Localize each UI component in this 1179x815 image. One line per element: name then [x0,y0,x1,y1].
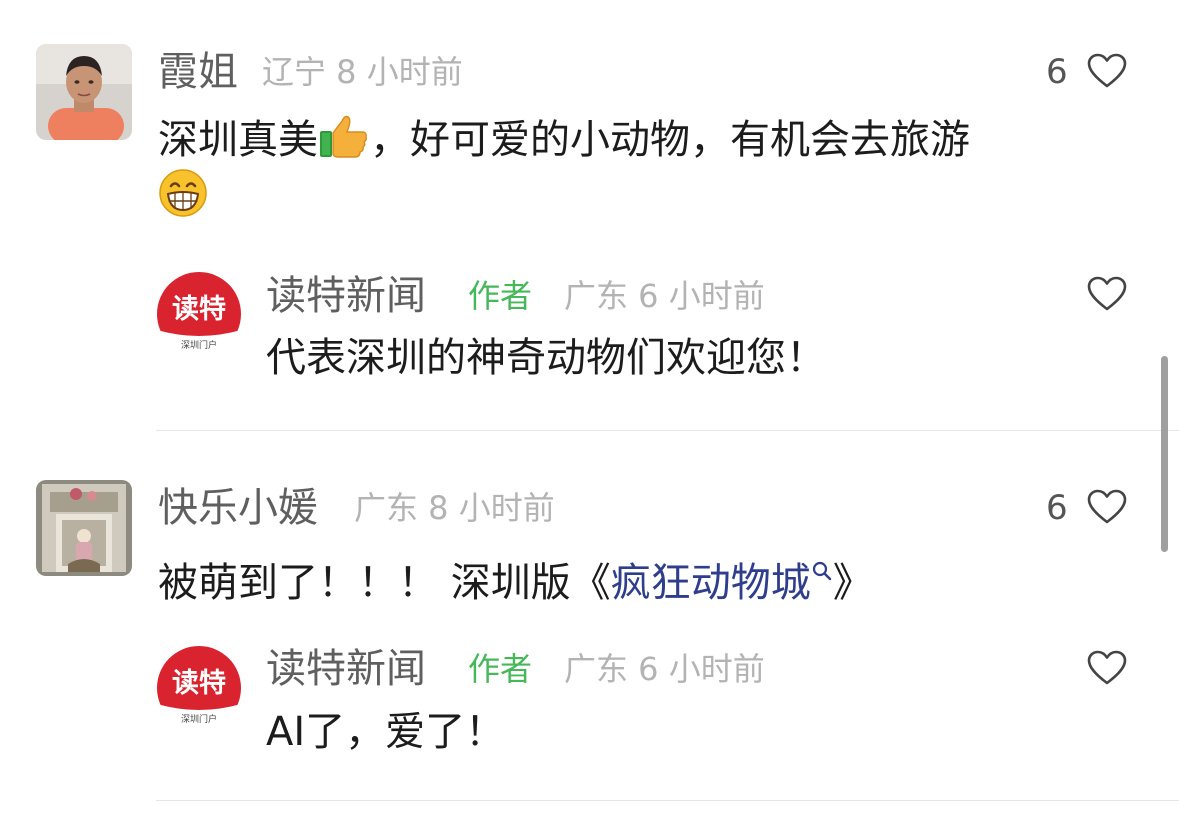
like-count: 6 [1046,488,1068,528]
brand-logo[interactable]: 读特 深圳门户 [157,646,241,730]
divider [156,800,1179,801]
comment-meta: 辽宁 8 小时前 [262,53,463,91]
comment-text-part: 深圳真美 [158,117,318,163]
comment-meta: 广东 8 小时前 [354,489,555,527]
comment-text-part: 》 [832,560,873,606]
user-name[interactable]: 快乐小媛 [158,488,318,528]
brand-logo-main: 读特 [172,294,226,325]
brand-logo-main: 读特 [172,668,226,699]
topic-link[interactable]: 疯狂动物城 [611,560,811,606]
avatar[interactable] [36,480,132,576]
comment-text-part: 被萌到了！！！ 深圳版《 [158,560,611,606]
comment-text-part: ，好可爱的小动物，有机会去旅游 [370,117,970,163]
thumbs-up-icon [318,113,370,166]
divider [156,430,1179,431]
brand-logo[interactable]: 读特 深圳门户 [157,272,241,356]
heart-icon[interactable] [1087,489,1127,525]
reply-meta: 广东 6 小时前 [564,650,765,688]
author-badge: 作者 [468,277,533,315]
reply-text: 代表深圳的神奇动物们欢迎您！ [266,335,826,381]
reply-text: AI了，爱了！ [266,709,506,755]
comment-1: 霞姐 辽宁 8 小时前 6 深圳真美 ，好可爱的小动物，有机会去旅游 读特 深圳… [0,0,1179,432]
heart-icon[interactable] [1087,650,1127,686]
user-name[interactable]: 霞姐 [158,52,238,92]
reply-user-name[interactable]: 读特新闻 [266,276,426,316]
avatar[interactable] [36,44,132,140]
comment-2: 快乐小媛 广东 8 小时前 6 被萌到了！！！ 深圳版《疯狂动物城 》 读特 深… [0,470,1179,815]
heart-icon[interactable] [1087,53,1127,89]
brand-logo-sub: 深圳门户 [181,339,217,351]
reply-user-name[interactable]: 读特新闻 [266,649,426,689]
reply-meta: 广东 6 小时前 [564,277,765,315]
brand-logo-sub: 深圳门户 [181,713,217,725]
author-badge: 作者 [468,650,533,688]
like-count: 6 [1046,52,1068,92]
comment-text: 被萌到了！！！ 深圳版《疯狂动物城 》 [158,549,873,603]
grinning-face-icon [158,168,208,218]
heart-icon[interactable] [1087,276,1127,312]
search-icon[interactable] [811,549,833,589]
comment-text: 深圳真美 ，好可爱的小动物，有机会去旅游 [158,113,970,166]
